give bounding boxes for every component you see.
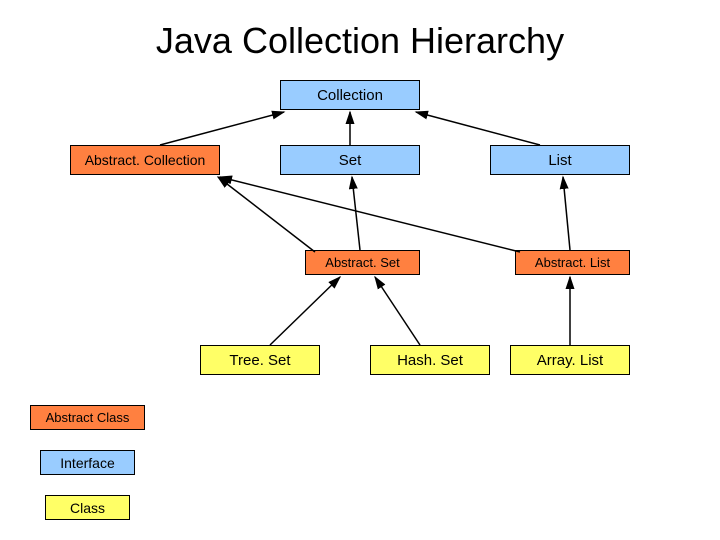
node-abstract-collection: Abstract. Collection [70, 145, 220, 175]
legend-interface: Interface [40, 450, 135, 475]
node-list: List [490, 145, 630, 175]
node-abstract-set: Abstract. Set [305, 250, 420, 275]
legend-abstract: Abstract Class [30, 405, 145, 430]
node-array-list: Array. List [510, 345, 630, 375]
legend-class: Class [45, 495, 130, 520]
node-set: Set [280, 145, 420, 175]
node-hash-set: Hash. Set [370, 345, 490, 375]
node-tree-set: Tree. Set [200, 345, 320, 375]
node-abstract-list: Abstract. List [515, 250, 630, 275]
node-collection: Collection [280, 80, 420, 110]
page-title: Java Collection Hierarchy [0, 20, 720, 62]
